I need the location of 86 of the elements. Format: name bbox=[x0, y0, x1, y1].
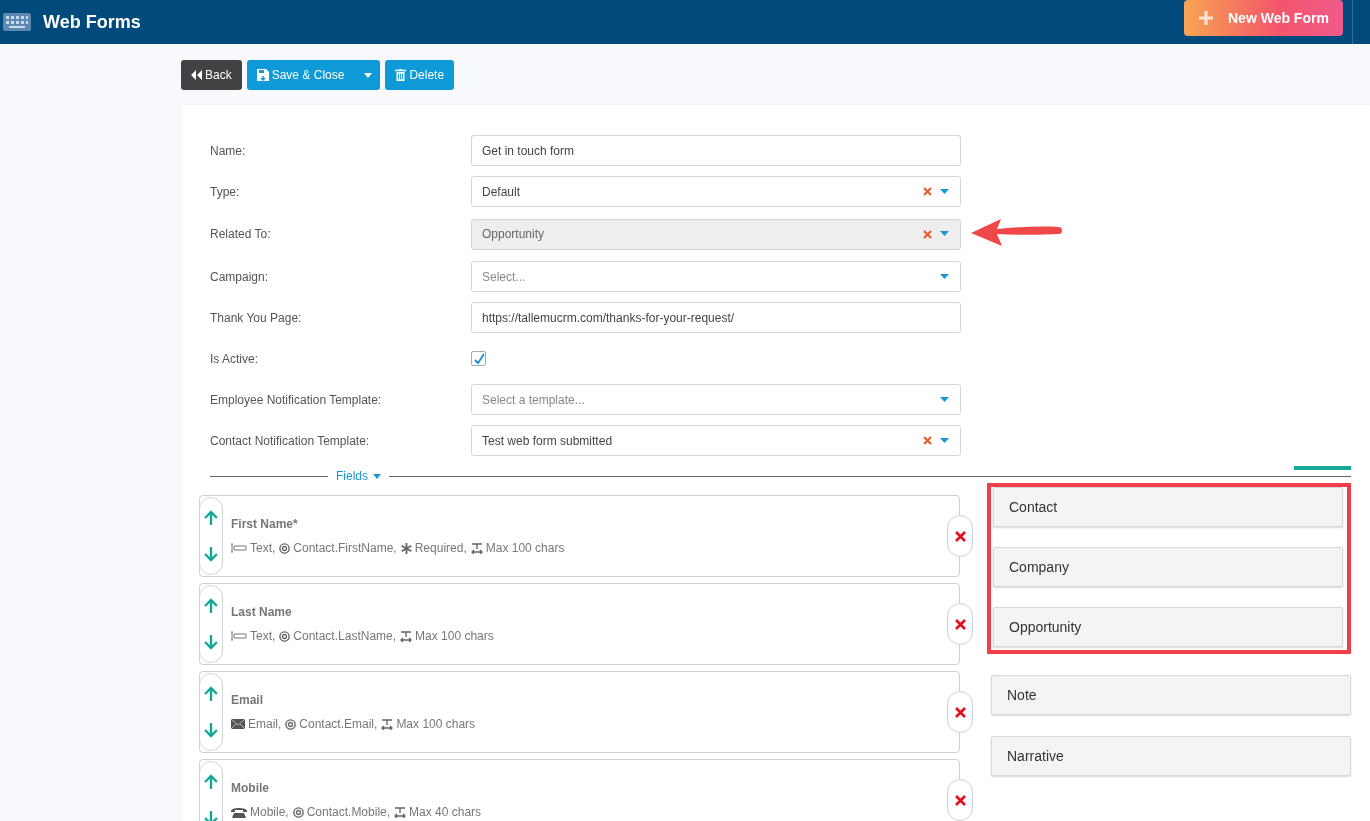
dropdown-caret-icon[interactable] bbox=[940, 396, 949, 403]
field-label: Name: bbox=[210, 143, 247, 158]
text-field[interactable]: https://tallemucrm.com/thanks-for-your-request/ bbox=[471, 302, 961, 333]
envelope-icon bbox=[231, 719, 245, 729]
text-length-icon bbox=[381, 718, 394, 730]
field-label: Contact Notification Template: bbox=[210, 433, 371, 448]
remove-field-button[interactable] bbox=[947, 603, 973, 645]
caret-icon bbox=[364, 72, 373, 78]
asterisk-icon bbox=[400, 542, 412, 554]
move-up-icon[interactable] bbox=[204, 686, 218, 702]
field-property: Contact.LastName, bbox=[293, 629, 397, 643]
select-field[interactable]: Select... bbox=[471, 261, 961, 292]
move-down-icon[interactable] bbox=[204, 722, 218, 738]
field-property: Required, bbox=[414, 541, 467, 555]
close-icon bbox=[954, 618, 966, 630]
text-length-icon bbox=[470, 542, 483, 554]
dropdown-caret-icon[interactable] bbox=[940, 273, 949, 280]
field-property: Text, bbox=[250, 541, 276, 555]
keyboard-icon bbox=[3, 13, 31, 31]
field-label: Is Active: bbox=[210, 351, 260, 366]
move-up-icon[interactable] bbox=[204, 774, 218, 790]
entity-button[interactable]: Narrative bbox=[991, 736, 1351, 776]
field-name: Mobile bbox=[231, 781, 270, 795]
field-property: Max 100 chars bbox=[485, 541, 565, 555]
target-icon bbox=[279, 630, 291, 642]
telephone-icon bbox=[231, 806, 247, 818]
field-property: Max 100 chars bbox=[415, 629, 494, 643]
close-icon bbox=[954, 706, 966, 718]
remove-field-button[interactable] bbox=[947, 779, 973, 821]
entity-button[interactable]: Contact bbox=[993, 487, 1343, 527]
select-value: Test web form submitted bbox=[482, 433, 614, 448]
field-property: Mobile, bbox=[250, 805, 289, 819]
text-field[interactable]: Get in touch form bbox=[471, 135, 961, 166]
text-length-icon bbox=[400, 630, 413, 642]
entity-button[interactable]: Company bbox=[993, 547, 1343, 587]
rewind-icon bbox=[191, 70, 202, 80]
field-property: Max 100 chars bbox=[396, 717, 476, 731]
select-value: Opportunity bbox=[482, 227, 546, 241]
back-button[interactable]: Back bbox=[181, 60, 242, 90]
select-placeholder: Select a template... bbox=[482, 392, 586, 407]
field-property: Contact.FirstName, bbox=[293, 541, 397, 555]
select-value: Default bbox=[482, 184, 522, 199]
select-field[interactable]: Select a template... bbox=[471, 384, 961, 415]
text-input-icon bbox=[231, 631, 247, 641]
text-length-icon bbox=[394, 806, 407, 818]
select-placeholder: Select... bbox=[482, 269, 527, 284]
target-icon bbox=[279, 542, 291, 554]
field-name: First Name* bbox=[231, 517, 299, 531]
entity-button[interactable]: Opportunity bbox=[993, 607, 1343, 647]
field-property: Contact.Mobile, bbox=[306, 805, 391, 819]
move-down-icon[interactable] bbox=[204, 546, 218, 562]
clear-icon[interactable] bbox=[923, 187, 932, 196]
select-field[interactable]: Default bbox=[471, 176, 961, 207]
field-name: Email bbox=[231, 693, 264, 707]
entity-button[interactable]: Note bbox=[991, 675, 1351, 715]
trash-icon bbox=[395, 69, 407, 81]
move-up-icon[interactable] bbox=[204, 598, 218, 614]
move-up-icon[interactable] bbox=[204, 510, 218, 526]
clear-icon[interactable] bbox=[923, 436, 932, 445]
target-icon bbox=[292, 806, 304, 818]
remove-field-button[interactable] bbox=[947, 515, 973, 557]
dropdown-caret-icon[interactable] bbox=[940, 188, 949, 195]
field-label: Type: bbox=[210, 184, 241, 199]
field-property: Contact.Email, bbox=[299, 717, 378, 731]
dropdown-caret-icon[interactable] bbox=[940, 437, 949, 444]
text-input-icon bbox=[231, 543, 247, 553]
checkbox[interactable] bbox=[471, 351, 486, 366]
plus-icon bbox=[1198, 10, 1214, 26]
target-icon bbox=[285, 718, 297, 730]
move-down-icon[interactable] bbox=[204, 634, 218, 650]
field-property: Max 40 chars bbox=[409, 805, 482, 819]
field-name: Last Name bbox=[231, 605, 293, 619]
remove-field-button[interactable] bbox=[947, 691, 973, 733]
field-label: Related To: bbox=[210, 227, 272, 241]
close-icon bbox=[954, 530, 966, 542]
select-field[interactable]: Test web form submitted bbox=[471, 425, 961, 456]
field-property: Email, bbox=[248, 717, 282, 731]
save-options-button[interactable] bbox=[356, 60, 381, 90]
field-label: Thank You Page: bbox=[210, 310, 303, 325]
close-icon bbox=[954, 794, 966, 806]
page-title: Web Forms bbox=[43, 11, 141, 33]
field-label: Employee Notification Template: bbox=[210, 392, 383, 407]
caret-icon bbox=[373, 473, 381, 479]
field-label: Campaign: bbox=[210, 269, 270, 284]
field-property: Text, bbox=[250, 629, 276, 643]
save-icon bbox=[256, 69, 269, 81]
